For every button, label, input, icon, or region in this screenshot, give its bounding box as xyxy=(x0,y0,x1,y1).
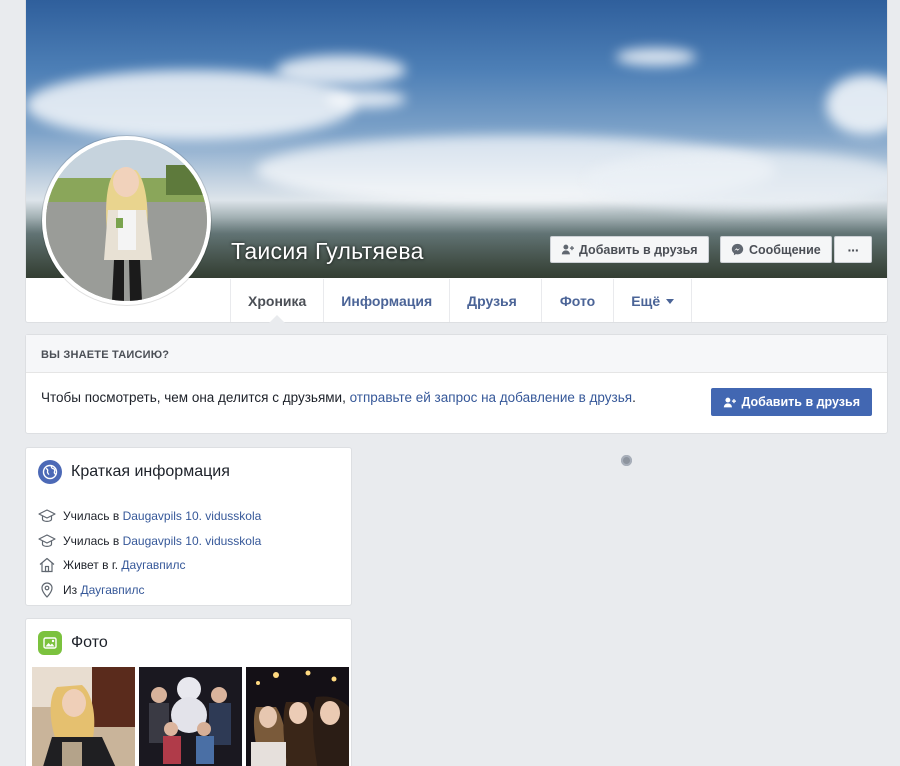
add-friend-primary-label: Добавить в друзья xyxy=(741,395,860,409)
intro-item-from: Из Даугавпилс xyxy=(38,578,261,603)
photo-image xyxy=(246,667,349,766)
do-you-know-title: ВЫ ЗНАЕТЕ ТАИСИЮ? xyxy=(26,335,887,373)
add-friend-icon xyxy=(724,397,737,407)
more-icon: ··· xyxy=(847,241,860,258)
tab-timeline[interactable]: Хроника xyxy=(230,279,323,323)
intro-item-text: Из Даугавпилс xyxy=(63,583,145,597)
add-friend-icon xyxy=(561,244,574,255)
message-button[interactable]: Сообщение xyxy=(720,236,832,263)
avatar-photo xyxy=(46,140,207,301)
photo-thumbnail[interactable] xyxy=(246,667,349,766)
messenger-icon xyxy=(731,243,744,256)
photo-thumbnail[interactable] xyxy=(139,667,242,766)
cloud xyxy=(616,48,696,66)
profile-header: Таисия Гультяева Добавить в друзья Сообщ… xyxy=(25,0,888,323)
tab-about[interactable]: Информация xyxy=(323,279,449,322)
cloud xyxy=(826,75,887,135)
message-label: Сообщение xyxy=(749,242,821,257)
school-link[interactable]: Daugavpils 10. vidusskola xyxy=(123,534,262,548)
profile-name[interactable]: Таисия Гультяева xyxy=(231,238,424,265)
avatar-illustration xyxy=(46,140,207,301)
profile-avatar[interactable] xyxy=(42,136,211,305)
profile-tabs: Хроника Информация Друзья Фото Ещё xyxy=(230,279,693,323)
photos-card: Фото xyxy=(25,618,352,766)
photo-icon xyxy=(38,631,62,655)
loading-indicator xyxy=(621,455,632,466)
intro-list: Училась в Daugavpils 10. vidusskola Учил… xyxy=(38,504,261,602)
tab-label: Хроника xyxy=(248,292,307,309)
do-you-know-text: Чтобы посмотреть, чем она делится с друз… xyxy=(41,390,636,405)
photo-image xyxy=(32,667,135,766)
location-pin-icon xyxy=(41,582,53,598)
do-you-know-card: ВЫ ЗНАЕТЕ ТАИСИЮ? Чтобы посмотреть, чем … xyxy=(25,334,888,434)
intro-prefix: Живет в г. xyxy=(63,558,122,573)
know-text-before: Чтобы посмотреть, чем она делится с друз… xyxy=(41,390,350,405)
intro-item-lives-in: Живет в г. Даугавпилс xyxy=(38,553,261,578)
tab-more[interactable]: Ещё xyxy=(613,279,693,322)
tab-label: Фото xyxy=(559,292,596,309)
cloud xyxy=(276,55,406,85)
school-link[interactable]: Daugavpils 10. vidusskola xyxy=(123,509,262,523)
intro-item-text: Училась в Daugavpils 10. vidusskola xyxy=(63,534,261,548)
graduation-cap-icon xyxy=(38,534,56,547)
photo-image xyxy=(139,667,242,766)
intro-item-education: Училась в Daugavpils 10. vidusskola xyxy=(38,529,261,554)
add-friend-primary-button[interactable]: Добавить в друзья xyxy=(711,388,872,416)
intro-card: Краткая информация Училась в Daugavpils … xyxy=(25,447,352,606)
photos-title: Фото xyxy=(38,631,108,655)
know-text-after: . xyxy=(632,390,636,405)
photo-grid xyxy=(32,667,349,766)
photos-title-text: Фото xyxy=(71,634,108,651)
intro-item-text: Училась в Daugavpils 10. vidusskola xyxy=(63,509,261,523)
photo-thumbnail[interactable] xyxy=(32,667,135,766)
intro-prefix: Училась в xyxy=(63,533,123,548)
intro-item-education: Училась в Daugavpils 10. vidusskola xyxy=(38,504,261,529)
send-friend-request-link[interactable]: отправьте ей запрос на добавление в друз… xyxy=(350,390,632,405)
tab-label: Ещё xyxy=(631,292,661,309)
intro-title: Краткая информация xyxy=(38,460,230,484)
graduation-cap-icon xyxy=(38,509,56,523)
tab-label: Друзья xyxy=(467,292,517,309)
intro-title-text: Краткая информация xyxy=(71,463,230,480)
add-friend-label: Добавить в друзья xyxy=(579,242,698,257)
city-link[interactable]: Даугавпилс xyxy=(80,583,144,597)
intro-item-text: Живет в г. Даугавпилс xyxy=(63,558,185,572)
intro-prefix: Из xyxy=(63,582,81,597)
city-link[interactable]: Даугавпилс xyxy=(121,558,185,572)
tab-label: Информация xyxy=(341,292,433,309)
tab-photos[interactable]: Фото xyxy=(540,279,613,322)
add-friend-button[interactable]: Добавить в друзья xyxy=(550,236,709,263)
home-icon xyxy=(39,558,55,573)
intro-prefix: Училась в xyxy=(63,509,123,524)
cloud xyxy=(326,90,406,108)
globe-icon xyxy=(38,460,62,484)
tab-friends[interactable]: Друзья xyxy=(449,279,541,322)
chevron-down-icon xyxy=(666,299,675,304)
cloud xyxy=(586,150,887,210)
more-options-button[interactable]: ··· xyxy=(834,236,872,263)
